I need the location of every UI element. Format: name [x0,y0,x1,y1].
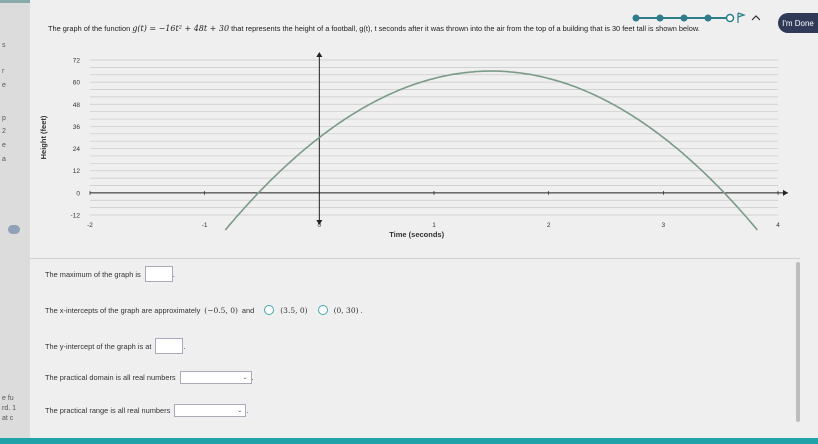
sidebar-fragment: s [2,42,6,49]
question-prefix: The graph of the function [48,24,133,33]
x-intercepts-row: The x-intercepts of the graph are approx… [45,305,363,315]
chevron-up-icon [751,15,761,21]
chart-ticks: -120122436486072-2 -1 0 1 2 3 4 [71,58,781,230]
radio-option-2[interactable] [317,305,328,315]
sidebar-fragment: 2 [2,128,6,135]
y-intercept-row: The y-intercept of the graph is at . [45,338,185,354]
maximum-label: The maximum of the graph is [45,269,141,279]
sidebar-fragment: rd. 1 [2,405,17,412]
chevron-down-icon: ⌄ [242,375,248,381]
x-tick-label: 4 [776,222,780,229]
x-tick-label: 3 [662,222,666,229]
maximum-answer-box[interactable] [144,266,173,282]
option-1-label[interactable]: (3.5, 0) [280,306,307,315]
x-intercept-1: (−0.5, 0) [204,305,238,315]
im-done-button[interactable]: I'm Done [778,13,818,33]
domain-label: The practical domain is all real numbers [45,373,176,382]
sidebar-fragment: at c [2,415,14,422]
period: . [251,373,254,382]
y-tick-label: 72 [73,58,81,65]
x-axis-arrow [783,189,788,196]
sidebar-fragment: p [2,115,6,122]
sidebar-fragment: e [2,142,6,149]
period: . [358,305,363,315]
question-text: The graph of the function g(t) = −16t² +… [48,24,700,33]
y-intercept-answer-box[interactable] [155,338,184,354]
section-divider [30,258,800,259]
period: . [183,341,186,351]
y-axis-arrow [316,52,323,57]
flag-icon [737,12,746,23]
y-tick-label: 60 [73,80,81,87]
and-text: and [241,305,255,315]
left-sidebar: s r e p 2 e a e fu rd. 1 at c [0,0,35,444]
function-expression: g(t) = −16t² + 48t + 30 [132,24,230,33]
maximum-row: The maximum of the graph is . [45,266,175,282]
radio-option-1[interactable] [264,305,275,315]
scrollbar[interactable] [796,262,800,422]
x-tick-label: -2 [87,222,93,229]
x-tick-label: 2 [547,222,551,229]
y-tick-label: 12 [73,168,81,175]
period: . [246,406,249,415]
y-tick-label: 24 [73,146,81,153]
period: . [172,269,175,279]
x-tick-label: -1 [202,222,208,229]
y-tick-label: 48 [73,102,81,109]
y-intercept-label: The y-intercept of the graph is at [45,341,152,351]
chart-series [224,70,759,231]
domain-row: The practical domain is all real numbers… [45,371,254,384]
height-time-chart: -120122436486072-2 -1 0 1 2 3 4 Time (seconds)… [39,52,788,239]
option-2-label[interactable]: (0, 30) [334,306,359,315]
y-tick-label: 36 [73,124,81,131]
sidebar-fragment: r [2,68,5,75]
chat-bubble-icon[interactable] [8,225,20,234]
range-dropdown[interactable]: ⌄ [174,404,247,417]
domain-dropdown[interactable]: ⌄ [179,371,252,384]
parabola-curve [224,70,759,231]
graph-area: -12 0 12 24 36 48 60 72 -2 -1 0 1 2 3 4 Time (seconds)… [30,40,818,250]
x-intercepts-label: The x-intercepts of the graph are approx… [45,305,201,315]
y-axis-label: Height (feet) [39,115,48,159]
bottom-bar [0,438,818,444]
x-tick-label: 0 [318,222,322,229]
x-axis-label: Time (seconds) [389,230,444,239]
range-label: The practical range is all real numbers [45,406,171,415]
x-tick-label: 1 [432,222,436,229]
y-tick-label: -12 [71,213,81,220]
range-row: The practical range is all real numbers … [45,404,248,417]
sidebar-fragment: e [2,82,6,89]
sidebar-fragment: e fu [2,395,14,402]
chevron-down-icon: ⌄ [237,408,243,414]
question-suffix: that represents the height of a football… [229,24,700,33]
y-tick-label: 0 [76,190,80,197]
sidebar-fragment: a [2,156,6,163]
